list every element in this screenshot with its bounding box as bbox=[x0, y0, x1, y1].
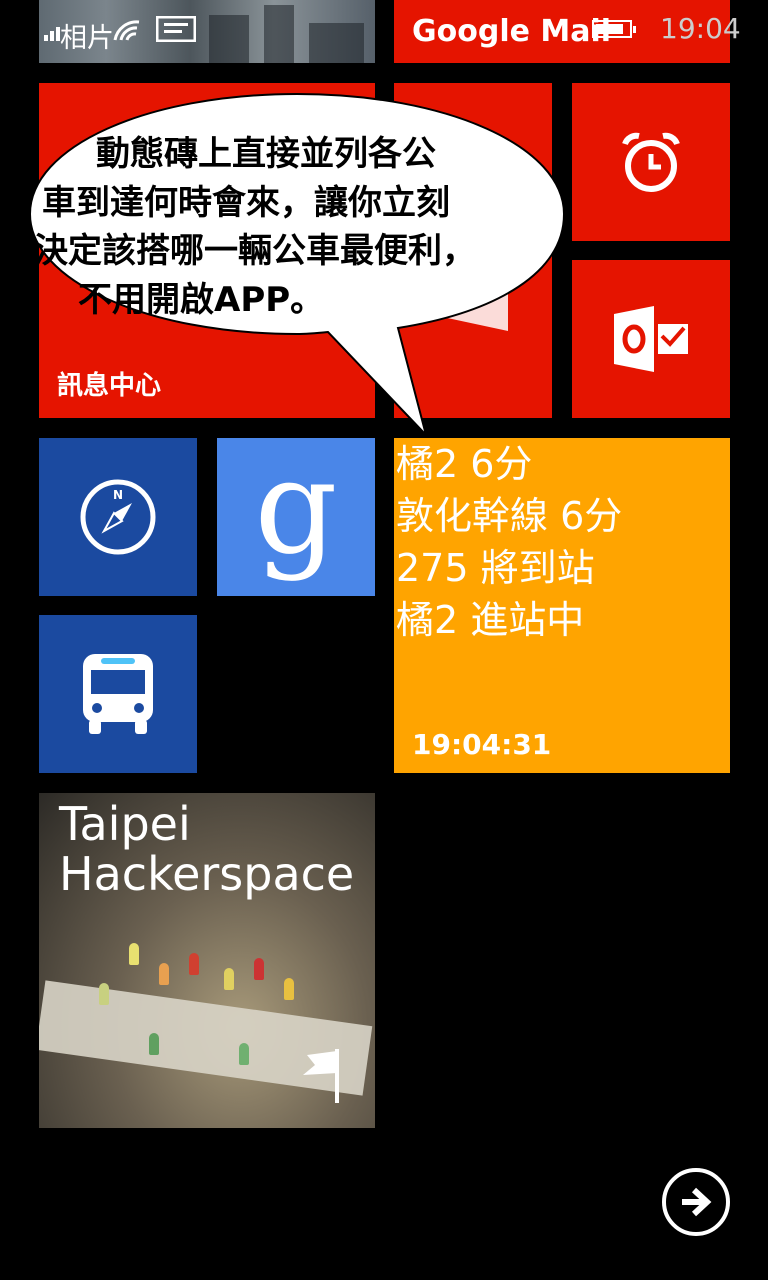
bus-icon bbox=[83, 654, 153, 734]
battery-icon bbox=[592, 20, 636, 38]
bus-arrival-line: 275 將到站 bbox=[396, 546, 595, 590]
svg-text:N: N bbox=[113, 488, 123, 502]
google-search-tile[interactable]: g bbox=[217, 438, 375, 596]
photo-building bbox=[209, 15, 249, 63]
bus-app-tile[interactable] bbox=[39, 615, 197, 773]
led-photo bbox=[159, 963, 169, 985]
bus-arrival-line: 橘2 6分 bbox=[396, 442, 533, 486]
outlook-icon bbox=[614, 306, 688, 372]
photo-building bbox=[309, 23, 364, 63]
message-icon bbox=[156, 16, 196, 42]
compass-tile[interactable]: N bbox=[39, 438, 197, 596]
bus-update-time: 19:04:31 bbox=[412, 728, 552, 761]
led-photo bbox=[99, 983, 109, 1005]
all-apps-arrow-button[interactable] bbox=[662, 1168, 730, 1236]
callout-text: 動態磚上直接並列各公 車到達何時會來，讓你立刻 決定該搭哪一輛公車最便利， 不用… bbox=[28, 130, 566, 324]
bus-arrival-line: 橘2 進站中 bbox=[396, 598, 585, 642]
callout-line: 決定該搭哪一輛公車最便利， bbox=[34, 231, 476, 271]
led-photo bbox=[189, 953, 199, 975]
taipei-hackerspace-tile[interactable]: Taipei Hackerspace bbox=[39, 793, 375, 1128]
hackerspace-title: Taipei Hackerspace bbox=[59, 797, 355, 901]
outlook-tile[interactable] bbox=[572, 260, 730, 418]
wifi-icon bbox=[113, 20, 140, 41]
led-photo bbox=[224, 968, 234, 990]
led-photo bbox=[149, 1033, 159, 1055]
led-photo bbox=[129, 943, 139, 965]
battery-fill bbox=[596, 24, 623, 34]
callout-line: 車到達何時會來，讓你立刻 bbox=[42, 182, 450, 223]
status-clock: 19:04 bbox=[660, 12, 741, 45]
bus-arrival-line: 敦化幹線 6分 bbox=[396, 494, 623, 538]
google-g-icon: g bbox=[254, 438, 338, 583]
flag-icon bbox=[303, 1049, 339, 1103]
app-title: Google Mail bbox=[412, 14, 612, 49]
led-photo bbox=[284, 978, 294, 1000]
led-photo bbox=[254, 958, 264, 980]
arrow-right-icon bbox=[682, 1187, 712, 1217]
led-photo bbox=[239, 1043, 249, 1065]
callout-line: 動態磚上直接並列各公 bbox=[96, 134, 436, 174]
alarm-clock-icon bbox=[622, 132, 680, 192]
photo-building bbox=[264, 5, 294, 63]
callout-line: 不用開啟APP。 bbox=[78, 279, 325, 320]
alarms-tile[interactable] bbox=[572, 83, 730, 241]
bus-arrival-live-tile[interactable]: 橘2 6分 敦化幹線 6分 275 將到站 橘2 進站中 19:04:31 bbox=[394, 438, 730, 773]
photos-label: 相片 bbox=[60, 23, 114, 54]
callout-bubble: 動態磚上直接並列各公 車到達何時會來，讓你立刻 決定該搭哪一輛公車最便利， 不用… bbox=[28, 92, 566, 437]
compass-icon: N bbox=[80, 479, 156, 555]
